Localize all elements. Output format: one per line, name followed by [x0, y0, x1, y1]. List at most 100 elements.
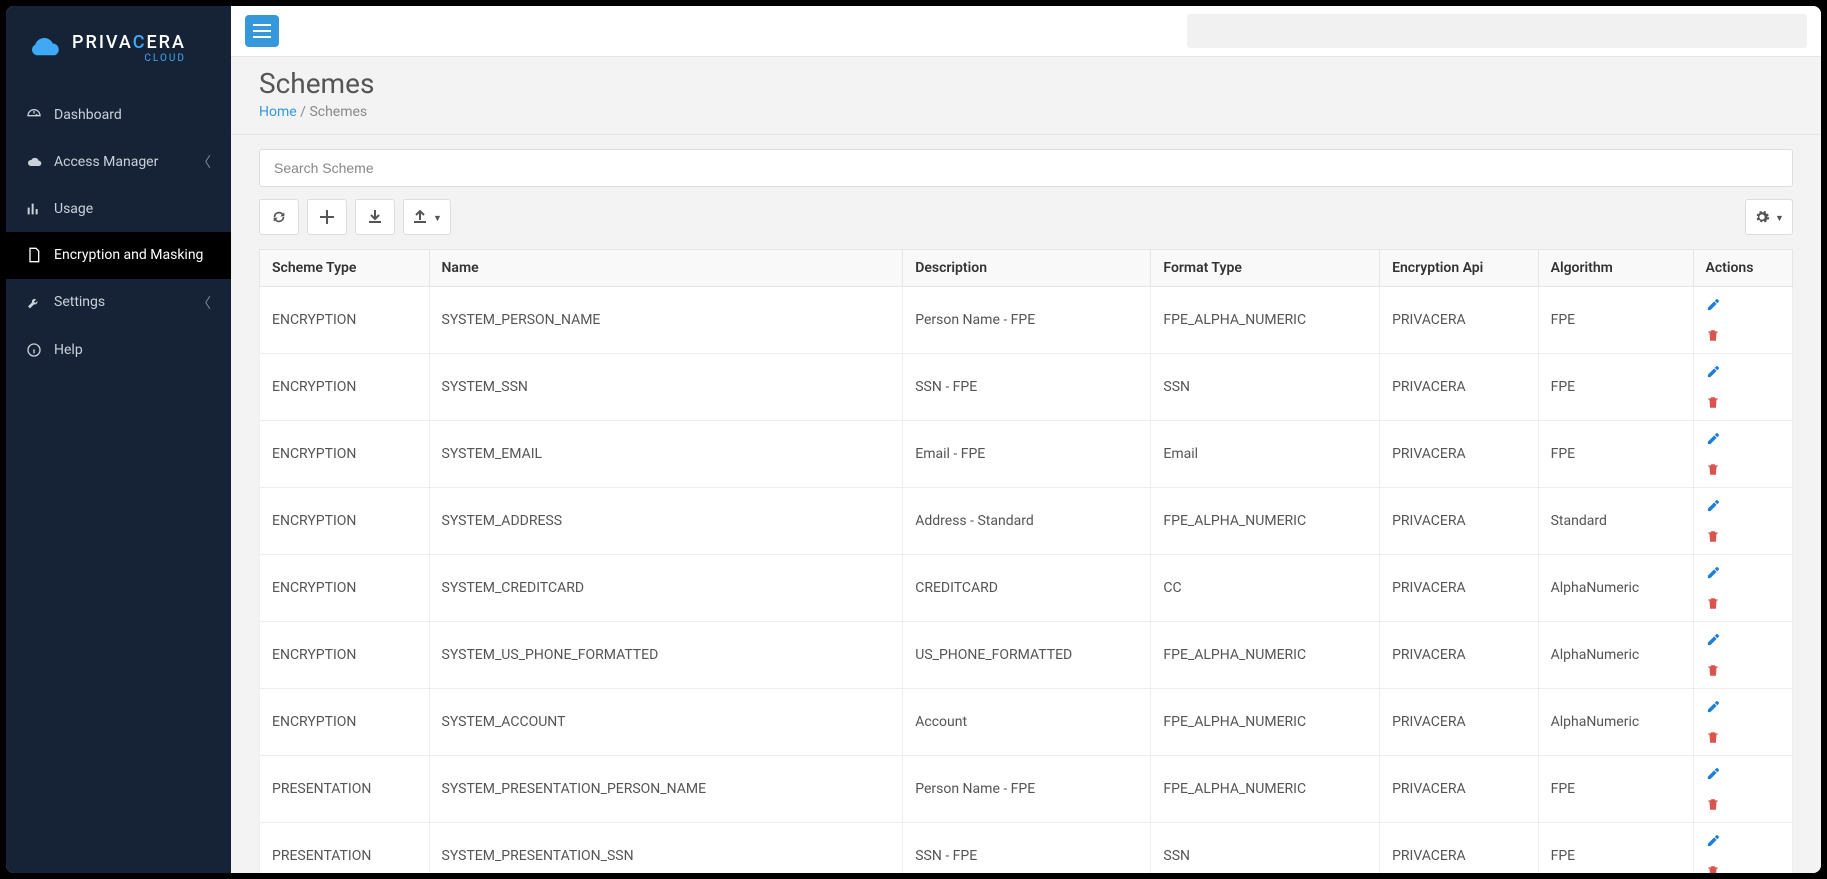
table-cell: PRIVACERA — [1380, 287, 1539, 354]
sidebar-item-access-manager[interactable]: Access Manager 〈 — [6, 138, 231, 186]
chevron-left-icon: 〈 — [197, 152, 211, 172]
table-cell: CC — [1151, 555, 1380, 622]
column-header[interactable]: Actions — [1693, 250, 1793, 287]
table-cell: FPE_ALPHA_NUMERIC — [1151, 488, 1380, 555]
table-cell: SYSTEM_CREDITCARD — [429, 555, 903, 622]
brand-logo: PRIVACERA CLOUD — [6, 6, 231, 82]
upload-button[interactable]: ▼ — [403, 199, 451, 235]
breadcrumb: Home / Schemes — [259, 104, 1793, 120]
sidebar-item-usage[interactable]: Usage — [6, 186, 231, 232]
pencil-icon — [1706, 498, 1781, 513]
delete-button[interactable] — [1706, 663, 1781, 678]
table-cell: SYSTEM_SSN — [429, 354, 903, 421]
table-cell: SSN — [1151, 354, 1380, 421]
cloud-icon — [24, 36, 64, 62]
wrench-icon — [26, 295, 42, 311]
breadcrumb-home[interactable]: Home — [259, 104, 297, 120]
table-cell: ENCRYPTION — [260, 622, 430, 689]
edit-button[interactable] — [1706, 833, 1781, 848]
edit-button[interactable] — [1706, 565, 1781, 580]
table-cell: Account — [903, 689, 1151, 756]
edit-button[interactable] — [1706, 699, 1781, 714]
table-cell: ENCRYPTION — [260, 421, 430, 488]
trash-icon — [1706, 864, 1781, 873]
dashboard-icon — [26, 107, 42, 123]
table-cell: Email - FPE — [903, 421, 1151, 488]
sidebar-item-label: Encryption and Masking — [54, 246, 211, 264]
hamburger-icon — [253, 24, 271, 38]
settings-button[interactable]: ▼ — [1745, 199, 1793, 235]
table-cell: Address - Standard — [903, 488, 1151, 555]
brand-sub: CLOUD — [144, 54, 186, 64]
sidebar-item-help[interactable]: Help — [6, 327, 231, 373]
table-row: ENCRYPTIONSYSTEM_US_PHONE_FORMATTEDUS_PH… — [260, 622, 1793, 689]
edit-button[interactable] — [1706, 498, 1781, 513]
column-header[interactable]: Name — [429, 250, 903, 287]
delete-button[interactable] — [1706, 462, 1781, 477]
sidebar-item-settings[interactable]: Settings〈 — [6, 279, 231, 327]
topbar — [231, 6, 1821, 57]
table-cell: SYSTEM_PRESENTATION_SSN — [429, 823, 903, 874]
column-header[interactable]: Algorithm — [1538, 250, 1693, 287]
table-row: ENCRYPTIONSYSTEM_ADDRESSAddress - Standa… — [260, 488, 1793, 555]
toggle-sidebar-button[interactable] — [245, 15, 279, 47]
cloud-icon — [26, 154, 42, 170]
brand-name: PRIVACERA — [72, 34, 186, 52]
delete-button[interactable] — [1706, 596, 1781, 611]
table-row: ENCRYPTIONSYSTEM_PERSON_NAMEPerson Name … — [260, 287, 1793, 354]
table-cell: PRIVACERA — [1380, 488, 1539, 555]
column-header[interactable]: Encryption Api — [1380, 250, 1539, 287]
file-icon — [26, 247, 42, 263]
delete-button[interactable] — [1706, 797, 1781, 812]
plus-icon — [320, 210, 334, 224]
table-row: ENCRYPTIONSYSTEM_EMAILEmail - FPEEmailPR… — [260, 421, 1793, 488]
topbar-right-area — [1187, 14, 1807, 48]
delete-button[interactable] — [1706, 529, 1781, 544]
refresh-button[interactable] — [259, 199, 299, 235]
sidebar-item-encryption-and-masking[interactable]: Encryption and Masking — [6, 232, 231, 278]
sidebar-item-label: Access Manager — [54, 153, 185, 171]
download-button[interactable] — [355, 199, 395, 235]
table-row: ENCRYPTIONSYSTEM_SSNSSN - FPESSNPRIVACER… — [260, 354, 1793, 421]
table-row: ENCRYPTIONSYSTEM_ACCOUNTAccountFPE_ALPHA… — [260, 689, 1793, 756]
actions-cell — [1693, 622, 1793, 689]
table-cell: FPE — [1538, 756, 1693, 823]
edit-button[interactable] — [1706, 364, 1781, 379]
table-cell: SYSTEM_PERSON_NAME — [429, 287, 903, 354]
table-cell: SYSTEM_EMAIL — [429, 421, 903, 488]
table-cell: Email — [1151, 421, 1380, 488]
table-cell: FPE_ALPHA_NUMERIC — [1151, 756, 1380, 823]
delete-button[interactable] — [1706, 328, 1781, 343]
edit-button[interactable] — [1706, 297, 1781, 312]
table-cell: FPE_ALPHA_NUMERIC — [1151, 287, 1380, 354]
table-cell: ENCRYPTION — [260, 689, 430, 756]
table-cell: CREDITCARD — [903, 555, 1151, 622]
pencil-icon — [1706, 565, 1781, 580]
delete-button[interactable] — [1706, 395, 1781, 410]
info-icon — [26, 342, 42, 358]
table-cell: US_PHONE_FORMATTED — [903, 622, 1151, 689]
actions-cell — [1693, 421, 1793, 488]
trash-icon — [1706, 529, 1781, 544]
table-cell: AlphaNumeric — [1538, 555, 1693, 622]
column-header[interactable]: Scheme Type — [260, 250, 430, 287]
trash-icon — [1706, 328, 1781, 343]
pencil-icon — [1706, 699, 1781, 714]
main-content: Schemes Home / Schemes — [231, 6, 1821, 873]
sidebar-item-dashboard[interactable]: Dashboard — [6, 92, 231, 138]
actions-cell — [1693, 555, 1793, 622]
search-input[interactable] — [259, 149, 1793, 187]
table-cell: SSN - FPE — [903, 823, 1151, 874]
edit-button[interactable] — [1706, 431, 1781, 446]
edit-button[interactable] — [1706, 632, 1781, 647]
add-button[interactable] — [307, 199, 347, 235]
column-header[interactable]: Format Type — [1151, 250, 1380, 287]
delete-button[interactable] — [1706, 864, 1781, 873]
pencil-icon — [1706, 297, 1781, 312]
edit-button[interactable] — [1706, 766, 1781, 781]
column-header[interactable]: Description — [903, 250, 1151, 287]
breadcrumb-current: Schemes — [309, 104, 367, 120]
delete-button[interactable] — [1706, 730, 1781, 745]
trash-icon — [1706, 596, 1781, 611]
table-cell: ENCRYPTION — [260, 488, 430, 555]
